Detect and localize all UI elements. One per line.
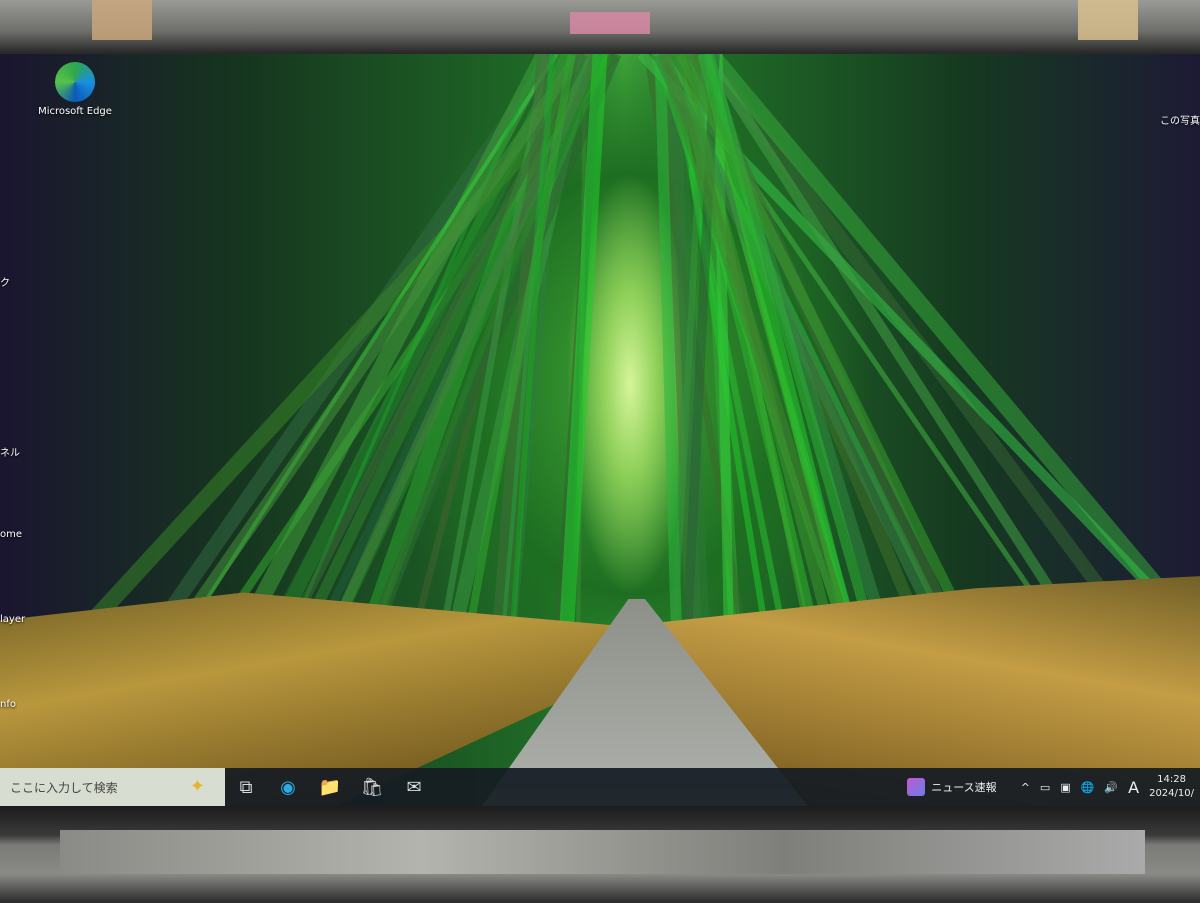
- search-box[interactable]: ここに入力して検索 ✦: [0, 768, 225, 806]
- desktop-icon-chrome-label[interactable]: ome: [0, 529, 22, 540]
- news-label: ニュース速報: [931, 779, 996, 795]
- tape: [570, 12, 650, 34]
- clock[interactable]: 14:28 2024/10/: [1149, 773, 1194, 801]
- search-placeholder: ここに入力して検索: [10, 779, 118, 796]
- show-hidden-icons-button[interactable]: ^: [1021, 781, 1030, 794]
- desktop-icon-control-panel-label[interactable]: ネル: [0, 444, 20, 459]
- device-icon[interactable]: ▭: [1040, 781, 1050, 794]
- desktop-icon-info-label[interactable]: nfo: [0, 699, 16, 710]
- clock-date: 2024/10/: [1149, 787, 1194, 801]
- desktop-icon-player-label[interactable]: layer: [0, 614, 25, 625]
- tape: [92, 0, 152, 40]
- search-highlight-icon: ✦: [190, 776, 205, 797]
- ime-indicator[interactable]: A: [1128, 778, 1139, 797]
- mail-icon: ✉: [406, 777, 421, 798]
- task-view-button[interactable]: ⧉: [225, 768, 267, 806]
- foil-tape: [60, 830, 1145, 874]
- taskbar: ここに入力して検索 ✦ ⧉ ◉ 📁 🛍 ✉ ニュース速報 ^ ▭ ▣ 🌐 🔊 A…: [0, 768, 1200, 806]
- task-view-icon: ⧉: [240, 777, 253, 798]
- store-icon: 🛍: [361, 777, 384, 798]
- tape: [1078, 0, 1138, 40]
- news-icon: [907, 778, 925, 796]
- network-icon[interactable]: 🌐: [1081, 781, 1095, 794]
- desktop-icon-edge[interactable]: Microsoft Edge: [35, 62, 115, 117]
- edge-icon: [55, 62, 95, 102]
- mail-button[interactable]: ✉: [393, 768, 435, 806]
- edge-taskbar-button[interactable]: ◉: [267, 768, 309, 806]
- desktop-icon-label: Microsoft Edge: [38, 106, 112, 117]
- desktop-icon-network-label[interactable]: ク: [0, 274, 10, 289]
- news-widget[interactable]: ニュース速報: [907, 778, 996, 796]
- spotlight-info-label[interactable]: この写真: [1160, 112, 1200, 127]
- folder-icon: 📁: [319, 777, 341, 798]
- desktop-screen: Microsoft Edge ク ネル ome layer nfo この写真 こ…: [0, 54, 1200, 806]
- laptop-bezel-top: [0, 0, 1200, 52]
- clock-time: 14:28: [1149, 773, 1194, 787]
- store-button[interactable]: 🛍: [351, 768, 393, 806]
- edge-icon: ◉: [280, 777, 296, 798]
- file-explorer-button[interactable]: 📁: [309, 768, 351, 806]
- volume-icon[interactable]: 🔊: [1104, 781, 1118, 794]
- system-tray: ニュース速報 ^ ▭ ▣ 🌐 🔊 A 14:28 2024/10/: [907, 773, 1200, 801]
- battery-icon[interactable]: ▣: [1060, 781, 1070, 794]
